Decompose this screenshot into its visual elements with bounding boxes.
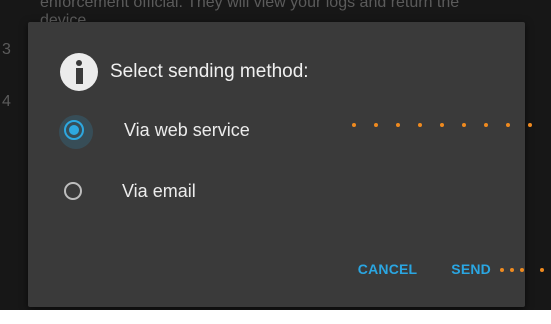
option-label-web-service: Via web service [124,119,250,140]
option-via-web-service[interactable]: Via web service [59,115,250,149]
callout-dots-send [500,268,550,272]
sending-method-dialog: Select sending method: Via web service V… [28,22,525,307]
dialog-header: Select sending method: [60,52,309,92]
send-button[interactable]: SEND [451,261,491,277]
dialog-title: Select sending method: [110,61,309,82]
radio-button-unselected[interactable] [64,182,82,200]
option-label-email: Via email [122,180,196,201]
cancel-button[interactable]: CANCEL [358,261,418,277]
radio-button-selected[interactable] [59,115,93,149]
background-step-number-3: 3 [2,41,11,58]
info-icon [60,53,98,91]
background-text-line-1: enforcement official. They will view you… [40,0,460,11]
callout-dots-web-service [352,123,548,127]
device-screen: enforcement official. They will view you… [0,0,551,310]
option-via-email[interactable]: Via email [64,176,196,206]
background-step-number-4: 4 [2,93,11,110]
dialog-actions: CANCEL SEND [358,261,491,277]
